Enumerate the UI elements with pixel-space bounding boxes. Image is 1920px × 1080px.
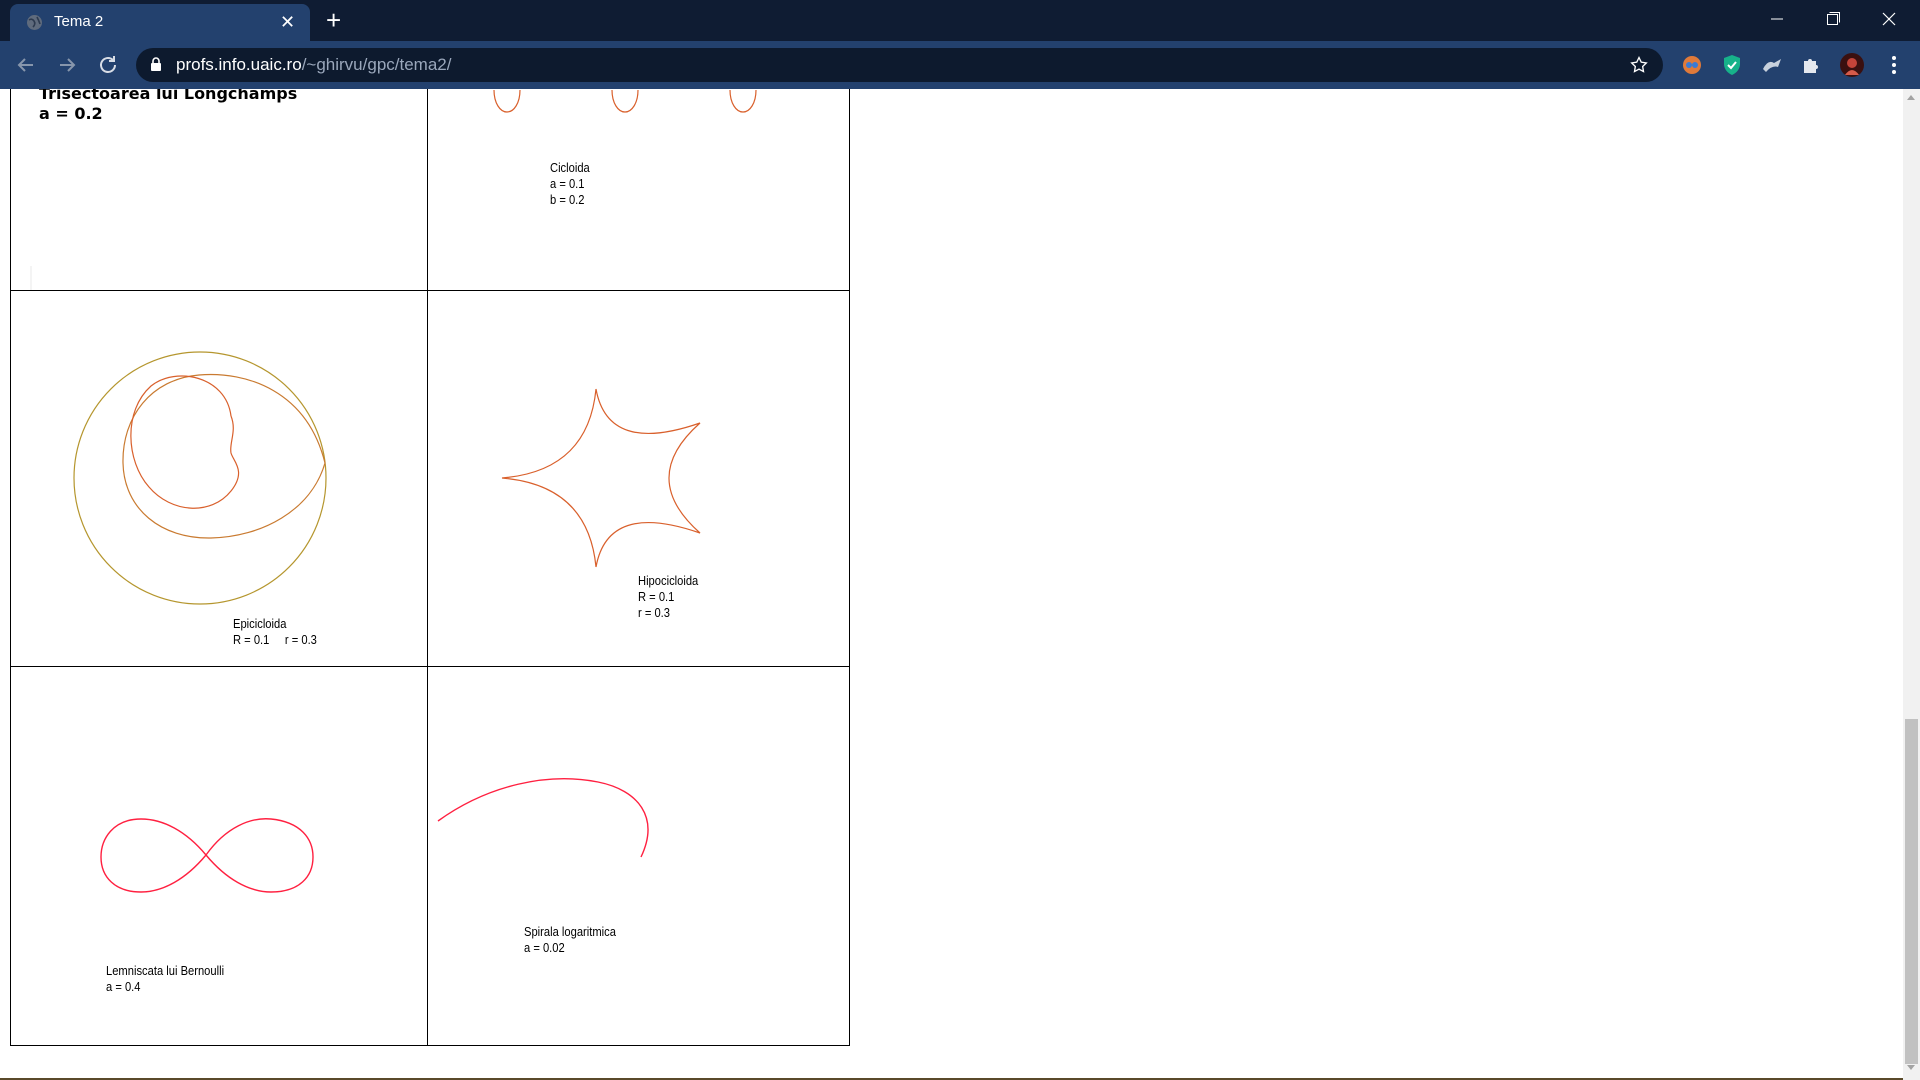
cicloida-label: Cicloida a = 0.1 b = 0.2 — [550, 160, 590, 208]
globe-icon — [27, 15, 42, 30]
close-icon — [1882, 12, 1896, 26]
hipocicloida-param-r: r = 0.3 — [638, 605, 671, 620]
avatar[interactable] — [1840, 53, 1864, 77]
epicicloida-label: Epicicloida R = 0.1 r = 0.3 — [233, 616, 317, 648]
cicloida-name: Cicloida — [550, 160, 590, 175]
scroll-up-arrow-icon[interactable] — [1907, 95, 1915, 100]
epicicloida-curve — [73, 351, 327, 605]
close-icon[interactable]: ✕ — [280, 13, 295, 31]
browser-tab[interactable]: Tema 2 ✕ — [10, 4, 310, 41]
canvas-lemniscata: Lemniscata lui Bernoulli a = 0.4 — [10, 666, 428, 1046]
scrollbar-thumb[interactable] — [1905, 719, 1918, 1064]
cicloida-param-a: a = 0.1 — [550, 176, 585, 191]
lock-icon[interactable] — [150, 57, 162, 72]
tab-title: Tema 2 — [54, 13, 104, 30]
lemniscata-name: Lemniscata lui Bernoulli — [106, 963, 225, 978]
spirala-name: Spirala logaritmica — [524, 924, 616, 939]
hipocicloida-param-R: R = 0.1 — [638, 589, 675, 604]
close-window-button[interactable] — [1866, 4, 1912, 34]
url-path: /~ghirvu/gpc/tema2/ — [301, 55, 452, 74]
epicicloida-param-r: r = 0.3 — [284, 632, 317, 647]
page-viewport: Trisectoarea lui Longchamps a = 0.2 Cicl… — [0, 89, 1920, 1080]
menu-icon[interactable] — [1882, 53, 1906, 77]
canvas-epicicloida: Epicicloida R = 0.1 r = 0.3 — [10, 290, 428, 667]
canvas-hipocicloida: Hipocicloida R = 0.1 r = 0.3 — [427, 290, 850, 667]
epicicloida-name: Epicicloida — [233, 616, 287, 631]
plus-icon[interactable]: + — [326, 6, 341, 34]
minimize-icon — [1771, 18, 1783, 20]
minimize-button[interactable] — [1754, 4, 1800, 34]
epicicloida-param-R: R = 0.1 — [233, 632, 270, 647]
spirala-param-a: a = 0.02 — [524, 940, 565, 955]
canvas-spirala: Spirala logaritmica a = 0.02 — [427, 666, 850, 1046]
extension-icon[interactable] — [1760, 53, 1784, 77]
address-bar[interactable]: profs.info.uaic.ro/~ghirvu/gpc/tema2/ — [136, 48, 1663, 82]
spirala-curve — [437, 778, 649, 858]
puzzle-icon[interactable] — [1800, 53, 1824, 77]
restore-icon — [1827, 12, 1840, 25]
tab-bar: Tema 2 ✕ + — [0, 0, 1920, 41]
star-icon[interactable] — [1629, 55, 1649, 75]
browser-toolbar: profs.info.uaic.ro/~ghirvu/gpc/tema2/ — [0, 41, 1920, 89]
cicloida-param-b: b = 0.2 — [550, 192, 585, 207]
hipocicloida-name: Hipocicloida — [638, 573, 699, 588]
extension-icon[interactable] — [1680, 53, 1704, 77]
shield-icon[interactable] — [1720, 53, 1744, 77]
restore-button[interactable] — [1810, 4, 1856, 34]
back-icon[interactable] — [14, 53, 38, 77]
url-text: profs.info.uaic.ro/~ghirvu/gpc/tema2/ — [176, 55, 451, 75]
vertical-scrollbar[interactable] — [1903, 89, 1920, 1080]
lemniscata-param-a: a = 0.4 — [106, 979, 141, 994]
scroll-down-arrow-icon[interactable] — [1907, 1065, 1915, 1070]
reload-icon[interactable] — [96, 53, 120, 77]
forward-icon[interactable] — [55, 53, 79, 77]
hipocicloida-label: Hipocicloida R = 0.1 r = 0.3 — [638, 573, 698, 621]
lemniscata-label: Lemniscata lui Bernoulli a = 0.4 — [106, 963, 224, 995]
spirala-label: Spirala logaritmica a = 0.02 — [524, 924, 616, 956]
url-host: profs.info.uaic.ro — [176, 55, 302, 74]
